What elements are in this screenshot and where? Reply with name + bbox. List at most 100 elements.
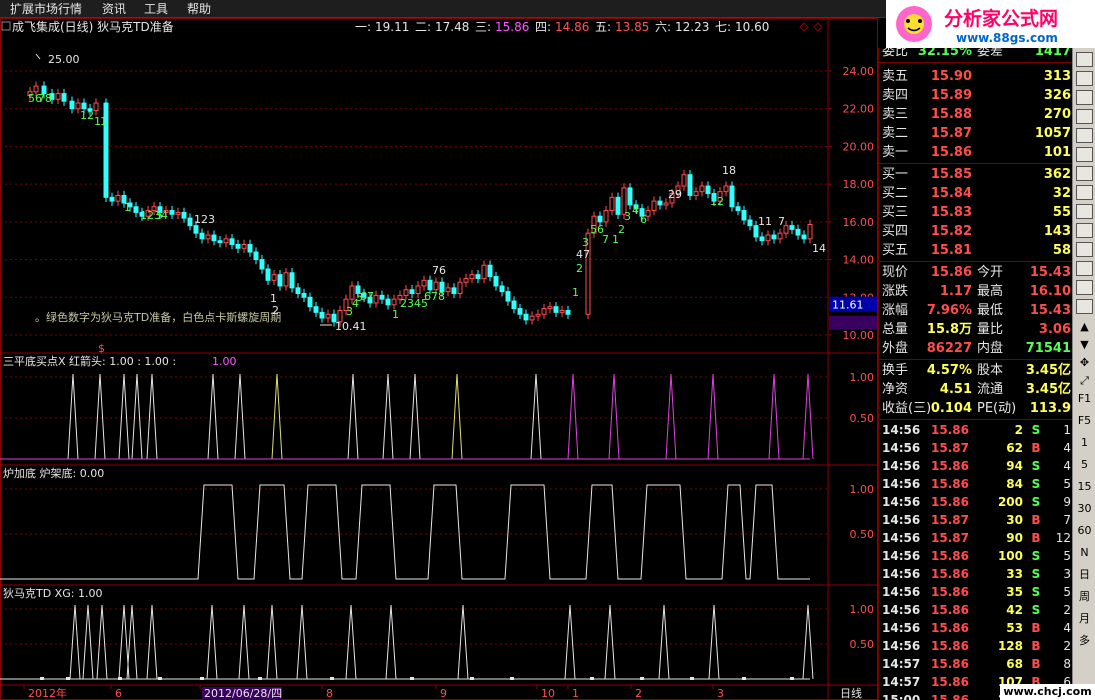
- tick-row[interactable]: 14:56 15.86 200 S 9: [879, 493, 1072, 511]
- bars-icon[interactable]: [1076, 71, 1093, 86]
- candle-body: [421, 279, 427, 287]
- period-button[interactable]: 日: [1075, 566, 1094, 584]
- period-button[interactable]: F1: [1075, 390, 1094, 408]
- tick-row[interactable]: 14:56 15.86 84 S 5: [879, 475, 1072, 493]
- high-price-label: 25.00: [48, 53, 80, 66]
- panel-y-tick: 0.50: [850, 412, 875, 425]
- ma-label-5: 六:: [655, 20, 671, 34]
- fn-icon[interactable]: [1076, 204, 1093, 219]
- arrow-both-icon[interactable]: ✥: [1075, 354, 1094, 372]
- bid-row: 买一 15.85 362: [879, 165, 1072, 184]
- candle-body: [747, 219, 753, 227]
- tick-row[interactable]: 14:56 15.86 42 S 2: [879, 601, 1072, 619]
- order-diff-value: 1417: [1034, 48, 1071, 59]
- period-button[interactable]: 30: [1075, 500, 1094, 518]
- candle-icon[interactable]: [1076, 90, 1093, 105]
- dividend-marker: $: [98, 342, 105, 355]
- cycle-dot: [410, 677, 414, 680]
- y-tick-label: 24.00: [843, 65, 875, 78]
- tick-side: B: [1031, 657, 1041, 671]
- candle-body: [427, 279, 433, 291]
- td-count-label: 2: [272, 304, 279, 317]
- period-button[interactable]: 1: [1075, 434, 1094, 452]
- tick-time: 14:56: [882, 639, 921, 653]
- tick-price: 15.86: [931, 549, 969, 563]
- chart-area[interactable]: 成飞集成(日线) 狄马克TD准备 一: 19.11 二: 17.48 三: 15.86 四: 1…: [0, 18, 878, 700]
- menu-item-1[interactable]: 资讯: [102, 0, 126, 18]
- candle-body: [93, 102, 99, 112]
- candle-body: [81, 102, 87, 110]
- collapse-icon[interactable]: [1, 21, 11, 31]
- fundamental-value: 4.51: [939, 382, 972, 397]
- tick-row[interactable]: 14:56 15.86 94 S 4: [879, 457, 1072, 475]
- rsi-icon[interactable]: [1076, 299, 1093, 314]
- list-icon[interactable]: [1076, 128, 1093, 143]
- tick-count: 4: [1063, 441, 1071, 455]
- menu-item-3[interactable]: 帮助: [187, 0, 211, 18]
- signal-spike: [708, 604, 720, 680]
- x-axis-label: 1: [572, 687, 579, 700]
- tick-time: 15:00: [882, 693, 921, 700]
- period-button[interactable]: 5: [1075, 456, 1094, 474]
- menu-icon[interactable]: [1076, 52, 1093, 67]
- tick-row[interactable]: 14:56 15.87 90 B 12: [879, 529, 1072, 547]
- grid-icon[interactable]: [1076, 242, 1093, 257]
- bid-row: 买四 15.82 143: [879, 222, 1072, 241]
- diamond-icon[interactable]: [813, 22, 823, 32]
- period-button[interactable]: 周: [1075, 588, 1094, 606]
- x-axis-label: 10: [541, 687, 555, 700]
- layers-icon[interactable]: [1076, 109, 1093, 124]
- arrow-down-icon[interactable]: ▼: [1075, 336, 1094, 354]
- period-button[interactable]: N: [1075, 544, 1094, 562]
- candle-body: [451, 287, 457, 295]
- x-axis-label: 9: [440, 687, 447, 700]
- signal-spike: [345, 604, 357, 680]
- period-button[interactable]: F5: [1075, 412, 1094, 430]
- cycle-dot: [690, 677, 694, 680]
- signal-spike: [564, 604, 576, 680]
- td-count-label: 4: [632, 204, 639, 217]
- tick-price: 15.86: [931, 585, 969, 599]
- tick-row[interactable]: 14:56 15.86 53 B 4: [879, 619, 1072, 637]
- td-count-label: 3: [624, 210, 631, 223]
- tick-row[interactable]: 14:56 15.86 2 S 1: [879, 421, 1072, 439]
- tick-time: 14:56: [882, 477, 921, 491]
- diamond-icon[interactable]: [799, 22, 809, 32]
- tick-row[interactable]: 14:56 15.86 100 S 5: [879, 547, 1072, 565]
- signal-spike: [567, 373, 579, 460]
- panel-y-tick: 1.00: [850, 603, 875, 616]
- f10-icon[interactable]: [1076, 185, 1093, 200]
- bid-row: 买二 15.84 32: [879, 184, 1072, 203]
- x-axis-label: 2012年: [28, 686, 67, 700]
- zoom-icon[interactable]: ⤢: [1075, 372, 1094, 390]
- fz-icon[interactable]: [1076, 261, 1093, 276]
- tick-row[interactable]: 14:56 15.87 30 B 7: [879, 511, 1072, 529]
- tick-row[interactable]: 14:56 15.86 35 S 5: [879, 583, 1072, 601]
- menu-item-0[interactable]: 扩展市场行情: [10, 0, 82, 18]
- ma-label-3: 四:: [535, 20, 551, 34]
- tick-row[interactable]: 14:56 15.86 33 S 3: [879, 565, 1072, 583]
- period-button[interactable]: 15: [1075, 478, 1094, 496]
- bars-icon[interactable]: [1076, 166, 1093, 181]
- x-axis-label: 8: [326, 687, 333, 700]
- ask-price: 15.88: [930, 107, 972, 122]
- candle-body: [807, 223, 813, 240]
- tick-row[interactable]: 14:57 15.86 68 B 8: [879, 655, 1072, 673]
- line-icon[interactable]: [1076, 280, 1093, 295]
- f3-icon[interactable]: [1076, 223, 1093, 238]
- tick-row[interactable]: 14:56 15.87 62 B 4: [879, 439, 1072, 457]
- candle-body: [75, 102, 81, 110]
- cycle-dot: [742, 677, 746, 680]
- period-button[interactable]: 60: [1075, 522, 1094, 540]
- ma-label-4: 五:: [595, 20, 611, 34]
- tick-row[interactable]: 14:56 15.86 128 B 2: [879, 637, 1072, 655]
- menu-item-2[interactable]: 工具: [144, 0, 168, 18]
- candle-body: [693, 191, 699, 196]
- period-button[interactable]: 多: [1075, 632, 1094, 650]
- arrow-up-icon[interactable]: ▲: [1075, 318, 1094, 336]
- candle-body: [271, 274, 277, 281]
- period-button[interactable]: 月: [1075, 610, 1094, 628]
- tick-price: 15.86: [931, 423, 969, 437]
- chart-icon[interactable]: [1076, 147, 1093, 162]
- tick-side: S: [1031, 549, 1041, 563]
